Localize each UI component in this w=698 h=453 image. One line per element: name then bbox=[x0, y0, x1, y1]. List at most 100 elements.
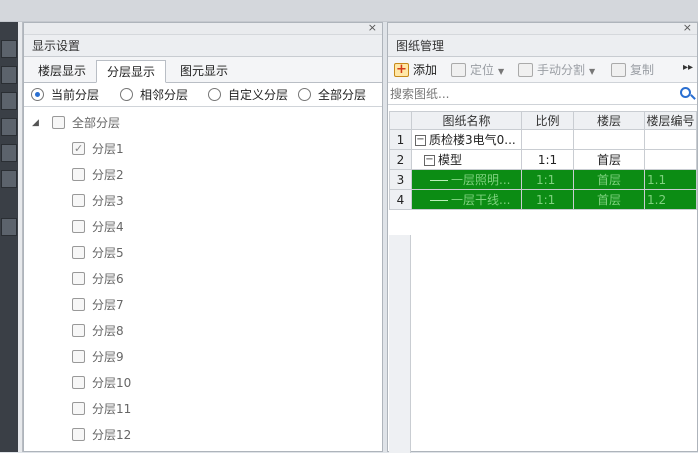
radio-all-layers[interactable]: 全部分层 bbox=[298, 87, 366, 103]
drawing-name-cell[interactable]: − 模型 bbox=[411, 149, 522, 170]
tree-checkbox[interactable] bbox=[72, 428, 85, 441]
row-number: 4 bbox=[389, 189, 412, 210]
floor-cell[interactable]: 首层 bbox=[573, 189, 645, 210]
drawing-table: 图纸名称 比例 楼层 楼层编号 1 − 质检楼3电气0... 2 − 模型 1:1 … bbox=[389, 111, 697, 210]
layer-tree: ◢ 全部分层 分层1 分层2 分层3 分层4 分层5 分层6 bbox=[24, 107, 382, 441]
tree-checkbox[interactable] bbox=[72, 376, 85, 389]
tree-checkbox[interactable] bbox=[72, 220, 85, 233]
tab-element-display[interactable]: 图元显示 bbox=[170, 60, 238, 83]
radio-adjacent-layer[interactable]: 相邻分层 bbox=[120, 87, 188, 103]
tree-item[interactable]: 分层4 bbox=[72, 217, 272, 237]
tree-item-label: 分层2 bbox=[92, 168, 124, 182]
drawing-search bbox=[388, 83, 697, 105]
add-button[interactable]: 添加 bbox=[394, 60, 437, 80]
tool-icon[interactable] bbox=[1, 40, 17, 58]
floor-number-cell[interactable]: 1.2 bbox=[644, 189, 697, 210]
add-icon bbox=[394, 60, 409, 80]
tree-checkbox[interactable] bbox=[72, 168, 85, 181]
row-header-gutter bbox=[389, 235, 411, 453]
tree-item[interactable]: 分层10 bbox=[72, 373, 272, 393]
tool-icon[interactable] bbox=[1, 218, 17, 236]
scale-cell[interactable]: 1:1 bbox=[521, 169, 574, 190]
radio-current-layer[interactable]: 当前分层 bbox=[31, 87, 99, 103]
close-icon[interactable]: × bbox=[368, 21, 377, 34]
tree-checkbox[interactable] bbox=[52, 116, 65, 129]
tab-floor-display[interactable]: 楼层显示 bbox=[28, 60, 96, 83]
table-row[interactable]: 4 一层干线... 1:1 首层 1.2 bbox=[389, 189, 697, 210]
manual-split-button[interactable]: 手动分割 ▼ bbox=[518, 60, 595, 80]
tree-checkbox[interactable] bbox=[72, 402, 85, 415]
tree-line bbox=[430, 180, 448, 181]
floor-number-cell[interactable] bbox=[644, 149, 697, 170]
floor-cell[interactable] bbox=[573, 129, 645, 150]
tree-root[interactable]: ◢ 全部分层 bbox=[32, 113, 332, 133]
radio-custom-layer[interactable]: 自定义分层 bbox=[208, 87, 288, 103]
tree-checkbox[interactable] bbox=[72, 298, 85, 311]
radio-label: 自定义分层 bbox=[228, 88, 289, 102]
tree-item[interactable]: 分层8 bbox=[72, 321, 272, 341]
scale-cell[interactable]: 1:1 bbox=[521, 189, 574, 210]
floor-cell[interactable]: 首层 bbox=[573, 169, 645, 190]
tree-item[interactable]: 分层3 bbox=[72, 191, 272, 211]
search-icon[interactable] bbox=[680, 87, 691, 98]
split-label: 手动分割 bbox=[537, 63, 586, 77]
tree-item[interactable]: 分层9 bbox=[72, 347, 272, 367]
collapse-triangle-icon[interactable]: ◢ bbox=[32, 113, 39, 133]
tool-icon[interactable] bbox=[1, 66, 17, 84]
tool-icon[interactable] bbox=[1, 118, 17, 136]
tree-checkbox[interactable] bbox=[72, 272, 85, 285]
scale-cell[interactable] bbox=[521, 129, 574, 150]
column-header[interactable]: 楼层 bbox=[573, 111, 645, 130]
tree-item[interactable]: 分层7 bbox=[72, 295, 272, 315]
tree-root-label: 全部分层 bbox=[72, 116, 121, 130]
tree-checkbox[interactable] bbox=[72, 350, 85, 363]
radio-label: 全部分层 bbox=[318, 88, 367, 102]
floor-cell[interactable]: 首层 bbox=[573, 149, 645, 170]
table-row[interactable]: 3 一层照明... 1:1 首层 1.1 bbox=[389, 169, 697, 190]
tree-item[interactable]: 分层11 bbox=[72, 399, 272, 419]
scale-cell[interactable]: 1:1 bbox=[521, 149, 574, 170]
copy-button[interactable]: 复制 bbox=[611, 60, 654, 80]
column-header[interactable]: 比例 bbox=[521, 111, 574, 130]
column-header[interactable]: 楼层编号 bbox=[644, 111, 697, 130]
row-number: 2 bbox=[389, 149, 412, 170]
tree-item[interactable]: 分层1 bbox=[72, 139, 272, 159]
left-toolbar bbox=[0, 22, 18, 452]
tree-item[interactable]: 分层2 bbox=[72, 165, 272, 185]
tool-icon[interactable] bbox=[1, 170, 17, 188]
search-input[interactable] bbox=[390, 85, 670, 103]
drawing-name: 一层干线... bbox=[451, 193, 511, 207]
collapse-icon[interactable]: − bbox=[415, 135, 426, 146]
row-number-header bbox=[389, 111, 412, 130]
tool-icon[interactable] bbox=[1, 144, 17, 162]
column-header[interactable]: 图纸名称 bbox=[411, 111, 522, 130]
tree-item-label: 分层1 bbox=[92, 142, 124, 156]
floor-number-cell[interactable] bbox=[644, 129, 697, 150]
table-row[interactable]: 1 − 质检楼3电气0... bbox=[389, 129, 697, 150]
add-label: 添加 bbox=[413, 63, 438, 77]
tree-item-label: 分层9 bbox=[92, 350, 124, 364]
panel-title: 图纸管理 bbox=[388, 35, 697, 57]
chevron-down-icon[interactable]: ▼ bbox=[498, 67, 504, 76]
tool-icon[interactable] bbox=[1, 92, 17, 110]
tree-item[interactable]: 分层6 bbox=[72, 269, 272, 289]
collapse-icon[interactable]: − bbox=[424, 155, 435, 166]
overflow-chevron-icon[interactable]: ▸▸ bbox=[683, 62, 693, 73]
floor-number-cell[interactable]: 1.1 bbox=[644, 169, 697, 190]
tree-checkbox[interactable] bbox=[72, 194, 85, 207]
locate-button[interactable]: 定位 ▼ bbox=[451, 60, 504, 80]
tree-checkbox[interactable] bbox=[72, 246, 85, 259]
tree-item[interactable]: 分层12 bbox=[72, 425, 272, 441]
tree-item[interactable]: 分层5 bbox=[72, 243, 272, 263]
table-row[interactable]: 2 − 模型 1:1 首层 bbox=[389, 149, 697, 170]
chevron-down-icon[interactable]: ▼ bbox=[589, 67, 595, 76]
close-icon[interactable]: × bbox=[683, 21, 692, 34]
top-strip bbox=[0, 0, 698, 22]
drawing-name-cell[interactable]: − 质检楼3电气0... bbox=[411, 129, 522, 150]
drawing-name-cell[interactable]: 一层照明... bbox=[411, 169, 522, 190]
drawing-name-cell[interactable]: 一层干线... bbox=[411, 189, 522, 210]
tab-layer-display[interactable]: 分层显示 bbox=[96, 60, 167, 83]
tree-checkbox[interactable] bbox=[72, 139, 85, 159]
tree-item-label: 分层11 bbox=[92, 402, 132, 416]
tree-checkbox[interactable] bbox=[72, 324, 85, 337]
